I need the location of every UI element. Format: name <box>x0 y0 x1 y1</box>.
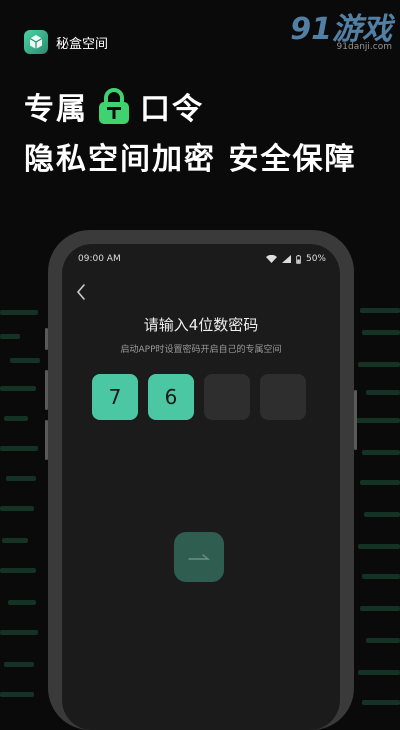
background-stripe <box>364 512 400 517</box>
background-stripe <box>2 538 28 543</box>
wifi-icon <box>265 255 277 263</box>
submit-button[interactable] <box>174 532 224 582</box>
background-stripe <box>362 330 400 335</box>
passcode-digit[interactable] <box>204 374 250 420</box>
watermark-site: 91danji.com <box>336 42 392 52</box>
background-stripe <box>0 568 36 573</box>
status-icons: 50% <box>265 254 326 264</box>
battery-icon <box>296 254 301 264</box>
background-stripe <box>362 450 400 455</box>
background-stripe <box>358 362 400 367</box>
passcode-digit[interactable]: 6 <box>148 374 194 420</box>
background-stripe <box>0 386 36 391</box>
background-stripe <box>0 692 34 697</box>
passcode-digit[interactable] <box>260 374 306 420</box>
background-stripe <box>360 606 400 611</box>
arrow-right-icon <box>188 554 210 560</box>
background-stripe <box>360 308 400 313</box>
back-button[interactable] <box>72 282 92 302</box>
passcode-title: 请输入4位数密码 <box>143 316 259 334</box>
passcode-digit[interactable]: 7 <box>92 374 138 420</box>
watermark: 91游戏 91danji.com <box>290 4 392 52</box>
phone-mute-button <box>45 328 48 350</box>
phone-power-button <box>354 390 357 450</box>
headline-line2: 隐私空间加密 安全保障 <box>24 142 357 177</box>
background-stripe <box>0 334 20 339</box>
app-logo-icon <box>24 30 48 54</box>
background-stripe <box>0 310 38 315</box>
background-stripe <box>356 418 400 423</box>
lock-icon <box>96 87 132 125</box>
back-arrow-icon <box>76 284 85 300</box>
passcode-subtitle: 启动APP时设置密码开启自己的专属空间 <box>120 345 282 355</box>
background-stripe <box>4 416 28 421</box>
phone-volume-down-button <box>45 420 48 460</box>
status-time: 09:00 AM <box>78 254 121 264</box>
passcode-input[interactable]: 7 6 <box>92 374 306 420</box>
background-stripe <box>362 700 400 705</box>
phone-mockup: 09:00 AM 50% 请输入4位数密码 启动APP时设置密码开启自己的专属空… <box>45 230 357 730</box>
headline-part1: 专属 <box>24 92 88 127</box>
background-stripe <box>366 390 400 395</box>
phone-screen: 09:00 AM 50% 请输入4位数密码 启动APP时设置密码开启自己的专属空… <box>62 244 340 730</box>
signal-icon <box>281 255 291 263</box>
background-stripe <box>0 446 38 451</box>
background-stripe <box>4 662 34 667</box>
headline-line1: 专属 口令 <box>24 84 204 128</box>
background-stripe <box>6 476 36 481</box>
headline-part2: 口令 <box>140 92 204 127</box>
background-stripe <box>0 506 34 511</box>
background-stripe <box>360 480 400 485</box>
status-bar: 09:00 AM 50% <box>62 254 340 270</box>
background-stripe <box>10 358 40 363</box>
app-header: 秘盒空间 <box>24 30 108 54</box>
background-stripe <box>358 670 400 675</box>
battery-level: 50% <box>305 254 326 264</box>
background-stripe <box>358 544 400 549</box>
app-name: 秘盒空间 <box>56 36 109 52</box>
background-stripe <box>362 574 400 579</box>
background-stripe <box>0 630 38 635</box>
background-stripe <box>366 638 400 643</box>
phone-volume-up-button <box>45 370 48 410</box>
background-stripe <box>8 600 36 605</box>
